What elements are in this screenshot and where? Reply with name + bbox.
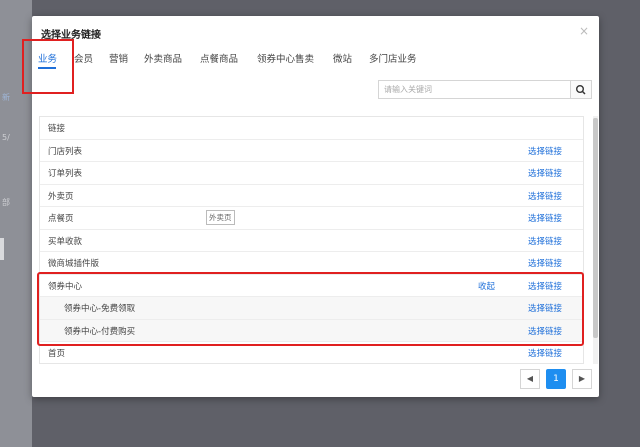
background-fragment: 新 bbox=[2, 93, 10, 102]
coupon-group-highlight-box bbox=[37, 272, 584, 346]
table-row: 点餐页 外卖页 选择链接 bbox=[40, 207, 583, 230]
tab-highlight-box bbox=[22, 39, 74, 94]
select-link-button[interactable]: 选择链接 bbox=[528, 212, 562, 224]
table-row: 门店列表 选择链接 bbox=[40, 140, 583, 162]
chevron-right-icon: ▶ bbox=[578, 374, 586, 383]
row-label: 首页 bbox=[48, 349, 66, 359]
table-header: 链接 bbox=[40, 117, 583, 140]
row-label: 门店列表 bbox=[48, 146, 83, 157]
tab-multi-store[interactable]: 多门店业务 bbox=[369, 51, 417, 65]
select-link-button[interactable]: 选择链接 bbox=[528, 145, 562, 157]
table-row: 外卖页 选择链接 bbox=[40, 185, 583, 207]
search-input[interactable] bbox=[378, 80, 570, 99]
row-label: 点餐页 bbox=[48, 214, 74, 224]
scrollbar-thumb[interactable] bbox=[593, 118, 598, 338]
tab-marketing[interactable]: 营销 bbox=[109, 51, 128, 65]
select-link-button[interactable]: 选择链接 bbox=[528, 235, 562, 247]
select-link-button[interactable]: 选择链接 bbox=[528, 257, 562, 269]
hover-tooltip: 外卖页 bbox=[206, 210, 235, 225]
tab-member[interactable]: 会员 bbox=[74, 51, 93, 65]
search-icon bbox=[575, 84, 586, 95]
select-link-button[interactable]: 选择链接 bbox=[528, 190, 562, 202]
background-fragment: 部 bbox=[2, 198, 10, 207]
close-icon[interactable]: × bbox=[579, 24, 589, 38]
column-header-link: 链接 bbox=[48, 124, 66, 134]
table-row: 买单收款 选择链接 bbox=[40, 230, 583, 252]
tab-micro-site[interactable]: 微站 bbox=[333, 51, 352, 65]
background-bar bbox=[0, 238, 4, 260]
table-scrollbar[interactable] bbox=[593, 116, 598, 364]
row-label: 买单收款 bbox=[48, 236, 83, 247]
pagination-page-1[interactable]: 1 bbox=[546, 369, 566, 389]
row-label: 外卖页 bbox=[48, 191, 74, 202]
table-row: 订单列表 选择链接 bbox=[40, 162, 583, 185]
background-fragment: 5/ bbox=[2, 133, 10, 142]
chevron-left-icon: ◀ bbox=[526, 374, 534, 383]
select-link-button[interactable]: 选择链接 bbox=[528, 347, 562, 359]
pagination-next-button[interactable]: ▶ bbox=[572, 369, 592, 389]
pagination-prev-button[interactable]: ◀ bbox=[520, 369, 540, 389]
tab-dine-goods[interactable]: 点餐商品 bbox=[200, 51, 238, 65]
tab-takeout-goods[interactable]: 外卖商品 bbox=[144, 51, 182, 65]
tab-coupon-center-sale[interactable]: 领券中心售卖 bbox=[257, 51, 314, 65]
select-link-button[interactable]: 选择链接 bbox=[528, 167, 562, 179]
select-link-dialog: 选择业务链接 × 业务 会员 营销 外卖商品 点餐商品 领券中心售卖 微站 多门… bbox=[22, 16, 599, 397]
row-label: 订单列表 bbox=[48, 169, 83, 179]
row-label: 微商城插件版 bbox=[48, 259, 100, 269]
search-button[interactable] bbox=[570, 80, 592, 99]
search-bar bbox=[378, 80, 592, 99]
